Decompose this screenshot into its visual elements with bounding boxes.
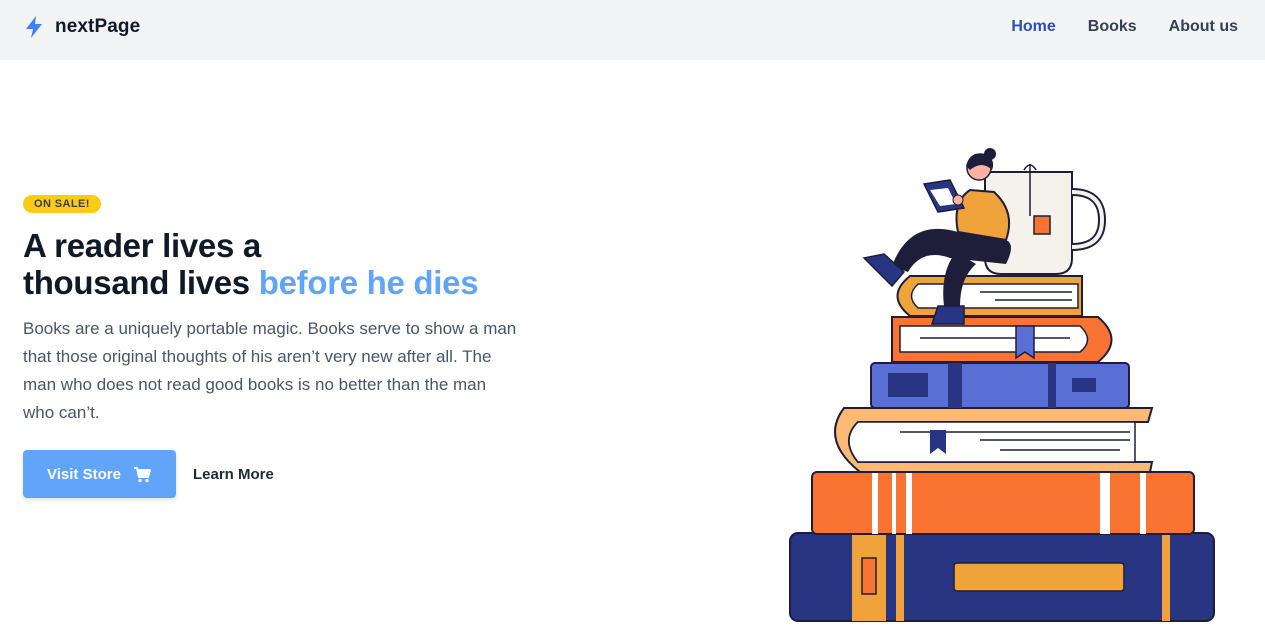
book-blue	[870, 362, 1130, 409]
hero-actions: Visit Store Learn More	[23, 450, 523, 498]
nav-links: Home Books About us	[1011, 18, 1238, 36]
hero-headline: A reader lives a thousand lives before h…	[23, 227, 523, 301]
sale-badge: ON SALE!	[23, 195, 101, 213]
shopping-cart-icon	[133, 466, 151, 482]
book-orange-round	[891, 316, 1113, 363]
hero-section: ON SALE! A reader lives a thousand lives…	[23, 194, 523, 498]
hero-description: Books are a uniquely portable magic. Boo…	[23, 319, 517, 422]
book-navy-bottom	[789, 532, 1215, 622]
learn-more-link[interactable]: Learn More	[193, 466, 274, 483]
headline-line-2: thousand lives	[23, 264, 250, 301]
book-yellow-top	[896, 275, 1083, 317]
nav-link-home[interactable]: Home	[1011, 18, 1055, 36]
brand-name: nextPage	[55, 16, 141, 37]
navbar: nextPage Home Books About us	[0, 0, 1265, 60]
book-cream	[834, 407, 1154, 473]
book-orange	[811, 471, 1195, 535]
headline-line-1: A reader lives a	[23, 227, 261, 264]
visit-store-label: Visit Store	[47, 465, 121, 483]
lightning-bolt-icon	[26, 16, 42, 38]
nav-link-books[interactable]: Books	[1088, 18, 1137, 36]
nav-link-about-us[interactable]: About us	[1169, 18, 1238, 36]
visit-store-button[interactable]: Visit Store	[23, 450, 176, 498]
headline-accent: before he dies	[258, 264, 479, 301]
reader-illustration	[789, 148, 1215, 622]
brand-logo[interactable]: nextPage	[23, 15, 140, 39]
